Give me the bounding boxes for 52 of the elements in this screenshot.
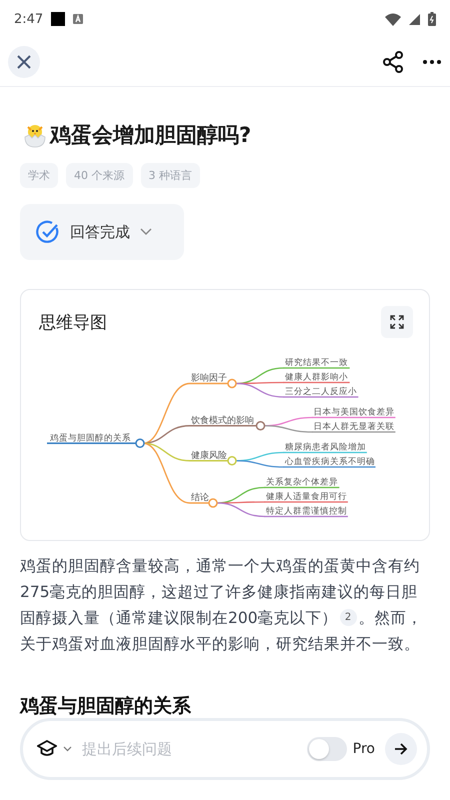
section-heading: 鸡蛋与胆固醇的关系 <box>20 694 192 719</box>
node-label: 心血管疾病关系不明确 <box>285 457 375 467</box>
node-label: 健康风险 <box>191 450 227 461</box>
battery-icon <box>428 12 436 26</box>
node-label: 关系复杂个体差异 <box>266 478 338 488</box>
node-label: 健康人适量食用可行 <box>266 492 347 502</box>
answer-status-button[interactable]: 回答完成 <box>20 204 184 260</box>
check-circle-icon <box>36 220 60 244</box>
node-label: 影响因子 <box>191 374 227 384</box>
node-label: 鸡蛋与胆固醇的关系 <box>50 433 131 444</box>
node-label: 特定人群需谨慎控制 <box>266 506 347 516</box>
card-title: 思维导图 <box>39 312 107 334</box>
chevron-down-icon <box>140 228 152 236</box>
node-label: 日本与美国饮食差异 <box>314 408 394 418</box>
expand-button[interactable] <box>381 306 413 338</box>
node-label: 饮食模式的影响 <box>191 416 254 426</box>
pro-toggle[interactable] <box>306 737 347 761</box>
node-label: 结论 <box>191 493 209 503</box>
share-button[interactable] <box>382 51 404 73</box>
send-button[interactable] <box>385 733 417 765</box>
node-circle <box>135 438 145 448</box>
source-tag: 40 个来源 <box>66 163 132 188</box>
arrow-right-icon <box>394 742 408 756</box>
wifi-icon <box>385 12 401 26</box>
question-input[interactable]: 提出后续问题 <box>78 740 301 758</box>
toggle-label: Pro <box>352 741 375 757</box>
source-tag: 3 种语言 <box>140 163 200 188</box>
node-label: 糖尿病患者风险增加 <box>285 442 366 452</box>
close-button[interactable] <box>8 46 40 78</box>
page-title: 鸡蛋会增加胆固醇吗? <box>50 122 252 149</box>
status-time: 2:47 <box>14 12 44 26</box>
node-label: 健康人群影响小 <box>285 372 348 382</box>
more-button[interactable] <box>422 59 442 65</box>
graduation-cap-icon <box>37 740 57 758</box>
node-circle <box>208 498 218 508</box>
mode-selector[interactable] <box>37 740 72 758</box>
expand-icon <box>390 315 404 329</box>
notification-icon <box>51 12 66 26</box>
citation-link[interactable]: 2 <box>340 609 357 626</box>
chevron-down-icon <box>63 746 72 752</box>
chick-icon <box>22 122 48 148</box>
answer-paragraph: 鸡蛋的胆固醇含量较高，通常一个大鸡蛋的蛋黄中含有约275毫克的胆固醇，这超过了许多健康指南建议的每日胆固醇摄入量（通常建议限制在200毫克以下） 2 。然而，关于鸡蛋对血液胆固醇水平的影响，研究结果并不一致。 <box>20 556 424 655</box>
node-label: 三分之二人反应小 <box>285 387 357 397</box>
node-label: 日本人群无显著关联 <box>314 422 394 432</box>
node-label: 研究结果不一致 <box>285 358 348 368</box>
notification-icon <box>73 14 84 24</box>
source-tag: 学术 <box>20 163 58 188</box>
node-circle <box>227 456 237 466</box>
node-circle <box>227 378 237 388</box>
close-icon <box>16 54 32 70</box>
node-circle <box>256 421 266 430</box>
signal-icon <box>409 14 420 24</box>
